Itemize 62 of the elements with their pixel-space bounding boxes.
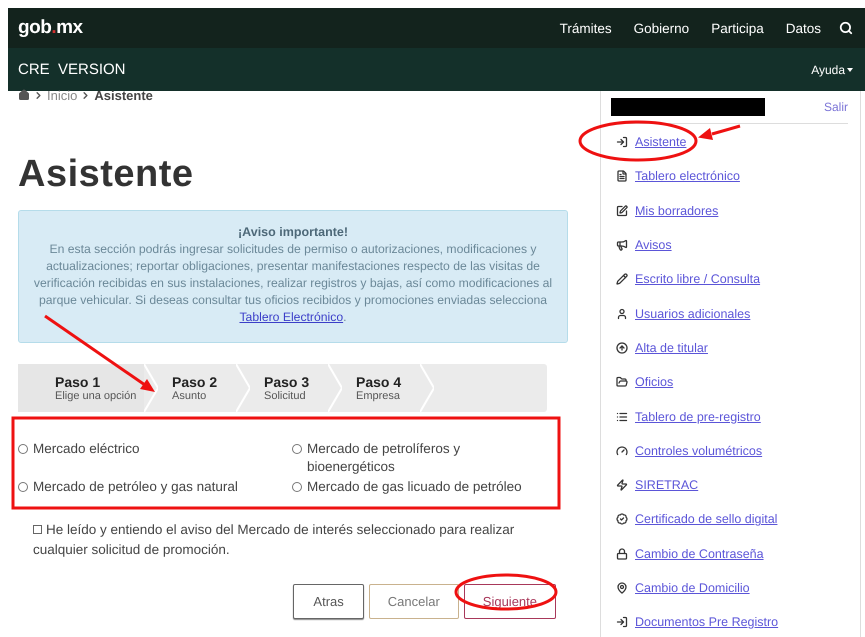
annotation-arrow xyxy=(698,124,740,140)
badge-icon xyxy=(616,513,628,526)
sidebar-link[interactable]: Tablero de pre-registro xyxy=(635,410,761,424)
radio-button[interactable] xyxy=(18,482,28,492)
step-divider xyxy=(144,364,158,412)
action-button[interactable]: Atras xyxy=(293,584,364,619)
market-option[interactable]: Mercado de petrolíferos y bioenergéticos xyxy=(292,440,542,476)
logout-link[interactable]: Salir xyxy=(824,100,848,114)
wizard-step[interactable]: Paso 1 Elige una opción xyxy=(18,364,144,412)
sidebar-link[interactable]: SIRETRAC xyxy=(635,478,698,492)
document-icon xyxy=(616,170,628,182)
sidebar-link[interactable]: Cambio de Contraseña xyxy=(635,546,764,561)
list-icon xyxy=(616,410,628,423)
sidebar-link[interactable]: Certificado de sello digital xyxy=(635,512,778,526)
sidebar-link[interactable]: Mis borradores xyxy=(635,204,718,218)
site-logo[interactable]: gob.mx xyxy=(18,17,83,39)
sign-in-icon xyxy=(616,616,628,628)
folder-icon xyxy=(616,376,628,388)
sidebar-link[interactable]: Documentos Pre Registro xyxy=(635,615,778,630)
map-pin-icon xyxy=(616,582,628,594)
lightning-icon xyxy=(616,479,628,492)
notice-text: En esta sección podrás ingresar solicitudes de permiso o autorizaciones, modificaciones y actualizaciones; reportar obligaciones, presentar manifestaciones respecto de las visitas de verificación recibidas en sus instalaciones, realizar registros y bajas, así como modificaciones al parque vehicular. Si deseas consultar tus oficios recibidos y promociones enviadas selecciona Tablero Electrónico. xyxy=(32,241,554,326)
sidebar-link[interactable]: Usuarios adicionales xyxy=(635,306,750,321)
sidebar-link[interactable]: Controles volumétricos xyxy=(635,444,762,458)
nav-link[interactable]: Datos xyxy=(786,20,821,36)
radio-button[interactable] xyxy=(292,444,302,454)
radio-button[interactable] xyxy=(292,482,302,492)
lock-icon xyxy=(616,548,628,560)
sidebar-link[interactable]: Alta de titular xyxy=(635,340,708,355)
breadcrumb-link[interactable]: Asistente xyxy=(94,88,153,102)
search-icon[interactable] xyxy=(839,21,853,35)
checkbox[interactable] xyxy=(33,525,42,534)
sidebar-link[interactable]: Oficios xyxy=(635,375,674,390)
radio-button[interactable] xyxy=(18,444,28,454)
sign-in-icon xyxy=(616,136,628,148)
sidebar-link[interactable]: Avisos xyxy=(635,238,672,252)
sidebar-link[interactable]: Asistente xyxy=(635,135,686,150)
breadcrumb-link[interactable]: Inicio xyxy=(47,88,78,102)
notice-title: ¡Aviso importante! xyxy=(237,225,349,239)
sidebar-link[interactable]: Cambio de Domicilio xyxy=(635,581,750,595)
arrow-up-circle-icon xyxy=(616,342,628,354)
nav-link[interactable]: Trámites xyxy=(560,20,612,36)
market-option[interactable]: Mercado de petróleo y gas natural xyxy=(18,478,292,496)
market-option[interactable]: Mercado de gas licuado de petróleo xyxy=(292,478,542,496)
action-button[interactable]: Cancelar xyxy=(368,584,459,619)
home-icon[interactable] xyxy=(18,89,30,101)
action-button[interactable]: Siguiente xyxy=(464,584,556,619)
page-title: Asistente xyxy=(18,153,195,196)
gauge-icon xyxy=(616,444,628,457)
help-menu[interactable]: Ayuda xyxy=(811,62,853,76)
megaphone-icon xyxy=(616,239,628,252)
site-title: CRE VERSION xyxy=(18,61,126,78)
edit-icon xyxy=(616,204,628,217)
nav-link[interactable]: Participa xyxy=(711,20,764,36)
agreement-checkbox-label[interactable]: He leído y entiendo el aviso del Mercado de interés seleccionado para realizar cualquier solicitud de promoción. xyxy=(33,520,568,560)
pencil-icon xyxy=(616,273,628,286)
sidebar-link[interactable]: Escrito libre / Consulta xyxy=(635,272,760,286)
nav-link[interactable]: Gobierno xyxy=(634,20,690,36)
sidebar-link[interactable]: Tablero electrónico xyxy=(635,169,740,184)
user-icon xyxy=(616,308,628,320)
notice-link[interactable]: Tablero Electrónico xyxy=(239,310,344,324)
market-option[interactable]: Mercado eléctrico xyxy=(18,440,292,476)
